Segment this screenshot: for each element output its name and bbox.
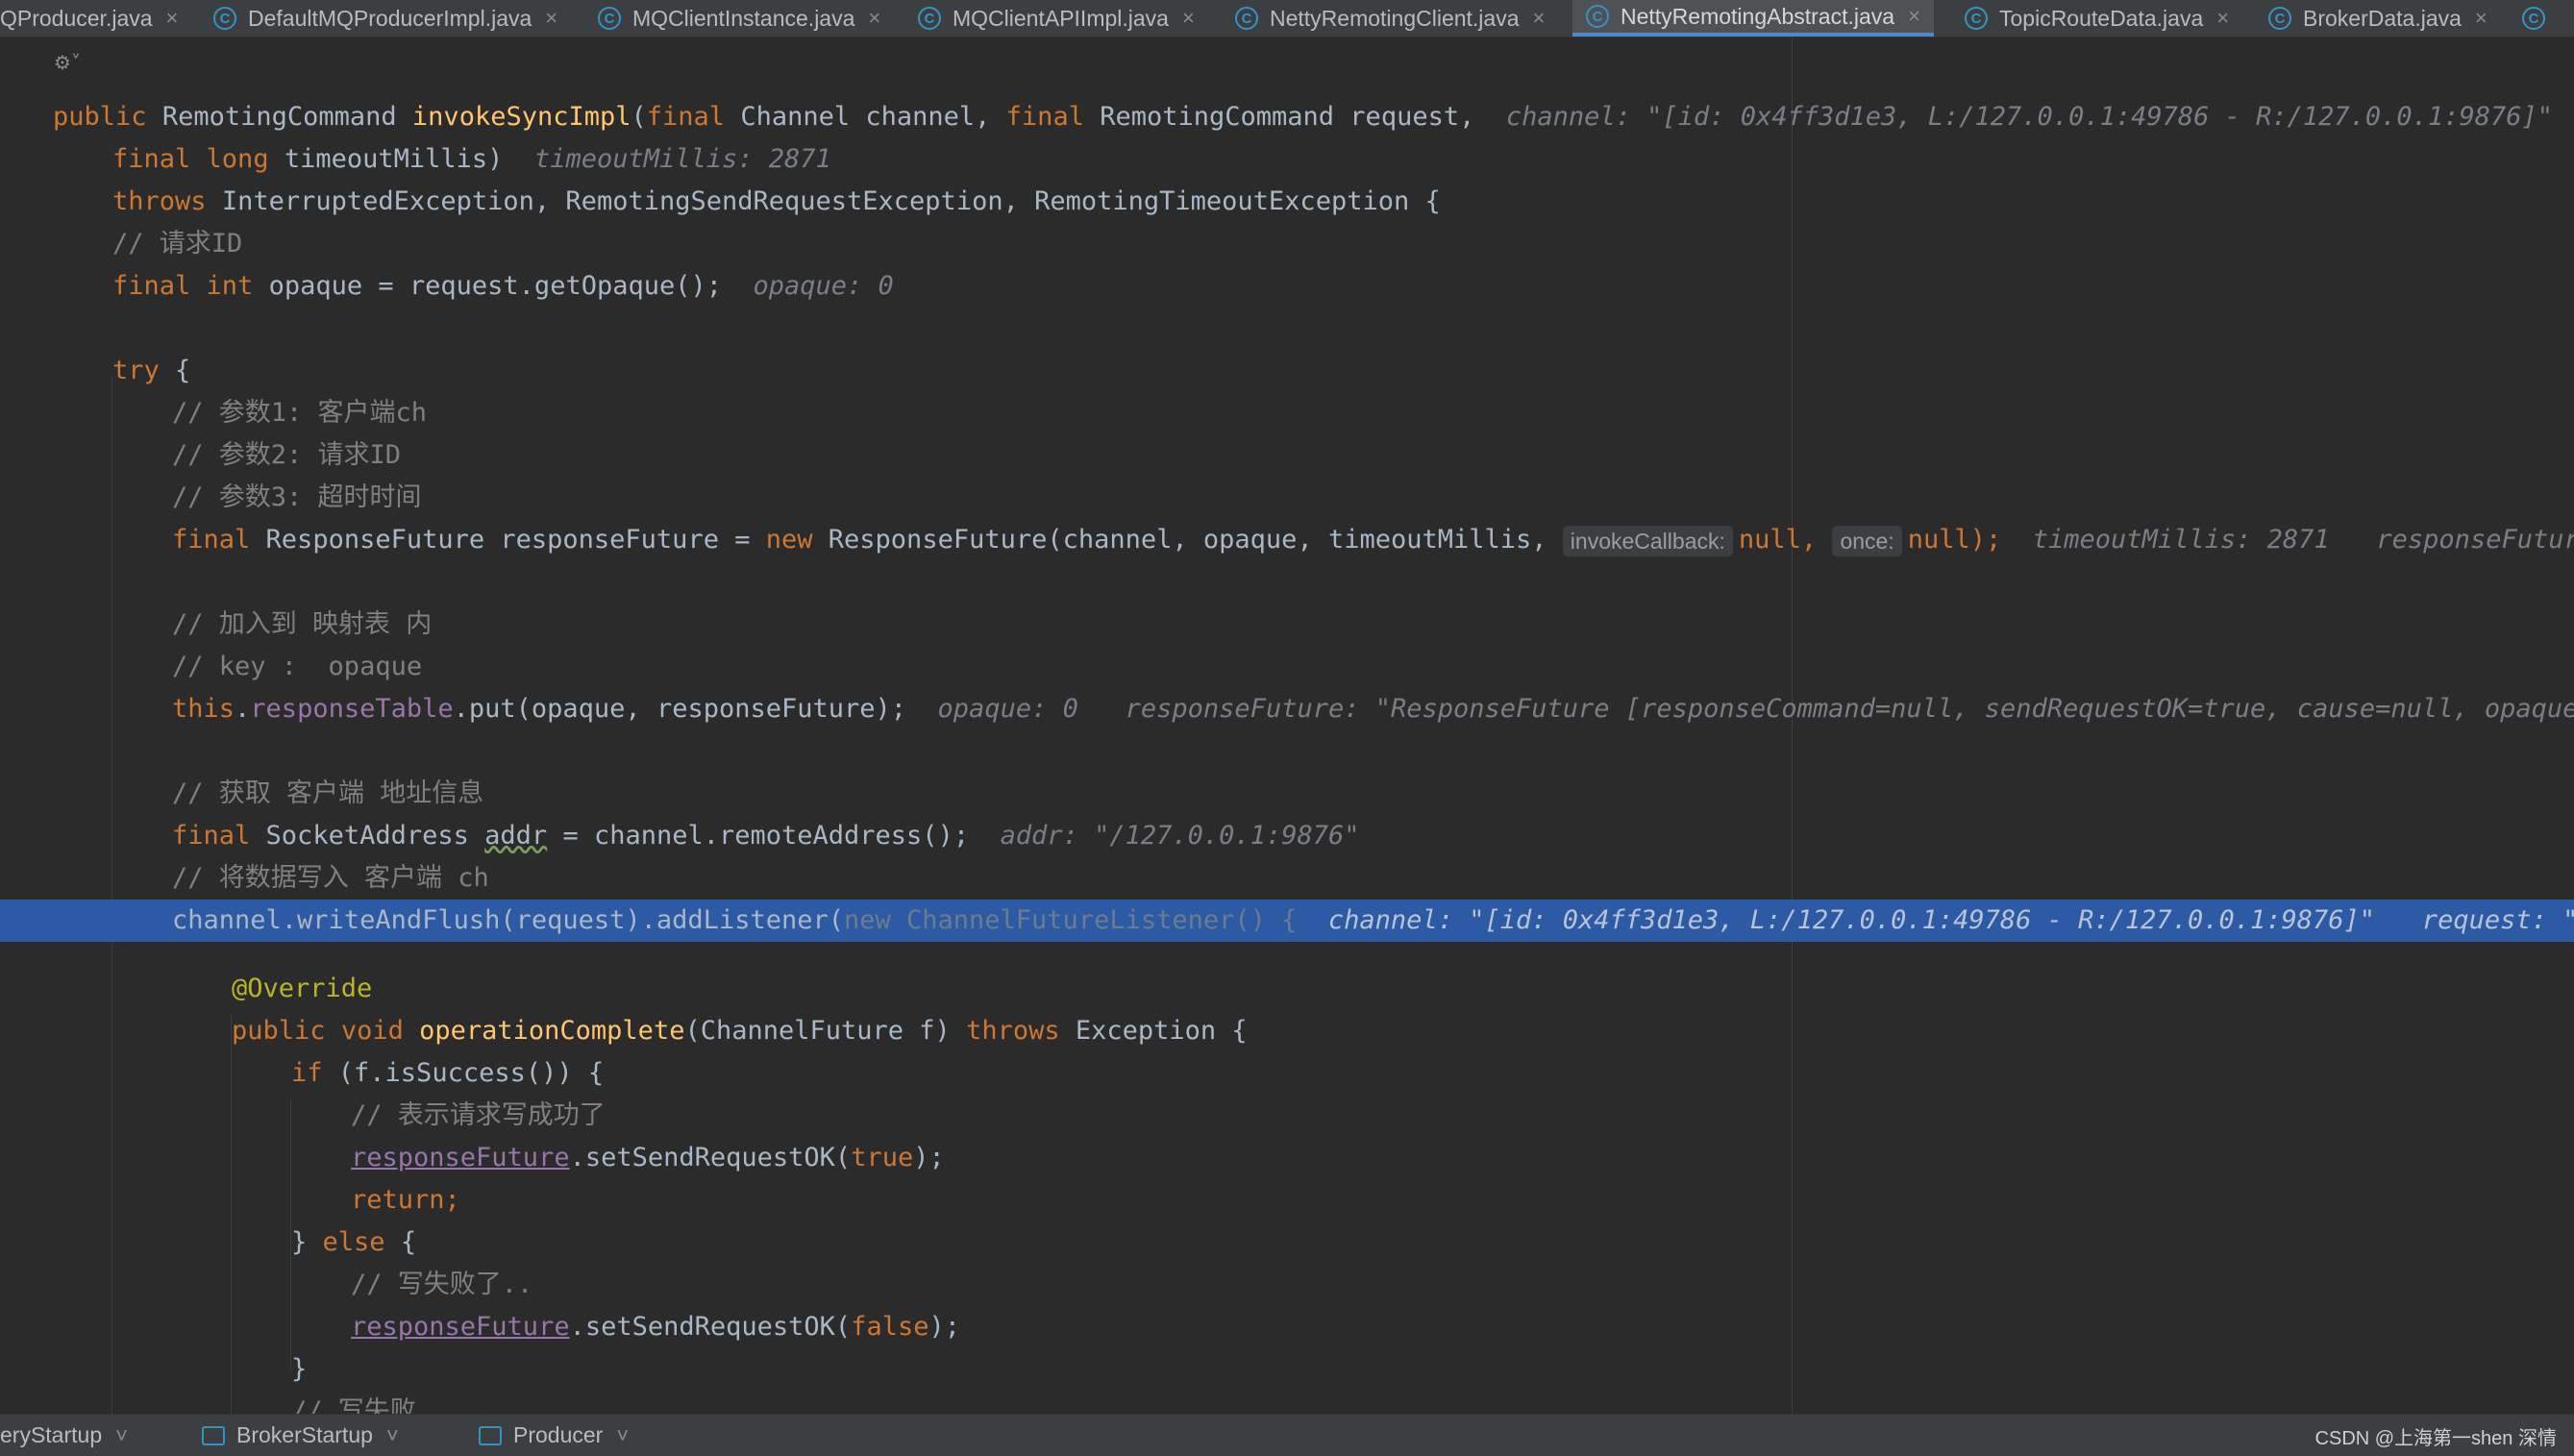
code-line: public RemotingCommand invokeSyncImpl(fi… — [53, 102, 2553, 132]
debug-hint: timeoutMillis: 2871 — [533, 144, 831, 174]
code-line: // 参数2: 请求ID — [172, 440, 402, 470]
tab-qproducer[interactable]: QProducer.java × — [0, 0, 178, 37]
class-icon: C — [1965, 7, 1988, 30]
tab-mqclientinstance[interactable]: C MQClientInstance.java × — [598, 0, 880, 37]
close-icon[interactable]: × — [545, 6, 557, 31]
code-line: // 将数据写入 客户端 ch — [172, 863, 489, 893]
code-line: final ResponseFuture responseFuture = ne… — [0, 519, 2574, 561]
code-line: throws InterruptedException, RemotingSen… — [112, 186, 1441, 216]
code-line: // 请求ID — [112, 229, 243, 259]
close-icon[interactable]: ˅ — [386, 1423, 399, 1448]
code-line: // 获取 客户端 地址信息 — [172, 778, 484, 808]
tab-label: TopicRouteData.java — [1999, 5, 2204, 31]
close-icon[interactable]: × — [1533, 6, 1546, 31]
debug-hint: addr: "/127.0.0.1:9876" — [1000, 821, 1360, 851]
code-line: // 写失败.. — [291, 1396, 448, 1414]
application-icon — [202, 1425, 225, 1445]
close-icon[interactable]: ˅ — [115, 1423, 128, 1448]
code-line: try { — [112, 356, 191, 385]
param-inlay-hint: invokeCallback: — [1562, 525, 1733, 556]
code-line: // 参数3: 超时时间 — [172, 482, 422, 512]
close-icon[interactable]: × — [1182, 6, 1195, 31]
tab-brokerdata[interactable]: C BrokerData.java × — [2268, 0, 2487, 37]
tab-label: DefaultMQProducerImpl.java — [248, 5, 532, 31]
code-line: final SocketAddress addr = channel.remot… — [172, 821, 1360, 851]
run-tab-brokerstartup[interactable]: BrokerStartup ˅ — [202, 1415, 399, 1456]
code-line: // key : opaque — [172, 652, 423, 681]
code-line: responseFuture.setSendRequestOK(false); — [351, 1312, 960, 1342]
class-icon: C — [2522, 7, 2545, 30]
run-tab-label: BrokerStartup — [236, 1422, 373, 1447]
code-line: } — [291, 1354, 308, 1384]
debug-hint: channel: "[id: 0x4ff3d1e3, L:/127.0.0.1:… — [1505, 102, 2553, 132]
class-icon: C — [1235, 7, 1258, 30]
class-icon: C — [918, 7, 941, 30]
close-icon[interactable]: × — [166, 6, 179, 31]
fold-toggle-icon[interactable]: ⚙˅ — [54, 51, 81, 74]
param-inlay-hint: once: — [1832, 525, 1902, 556]
tab-label: MQClientInstance.java — [632, 5, 855, 31]
code-line: responseFuture.setSendRequestOK(true); — [351, 1143, 945, 1172]
tab-overflow[interactable]: C — [2522, 0, 2557, 37]
code-line: // 参数1: 客户端ch — [172, 398, 428, 428]
class-icon: C — [598, 7, 621, 30]
code-line: // 表示请求写成功了 — [351, 1100, 606, 1130]
editor-tab-bar: QProducer.java × C DefaultMQProducerImpl… — [0, 0, 2574, 37]
code-line: } else { — [291, 1227, 417, 1257]
close-icon[interactable]: × — [2475, 6, 2487, 31]
code-line: final long timeoutMillis) timeoutMillis:… — [112, 144, 831, 174]
debug-hint: channel: "[id: 0x4ff3d1e3, L:/127.0.0.1:… — [1327, 905, 2376, 935]
code-line: @Override — [232, 974, 373, 1003]
debug-hint: responseFuture: "ResponseFuture [respons… — [1125, 694, 2574, 724]
code-line: // 写失败了.. — [351, 1270, 533, 1299]
current-execution-line: channel.writeAndFlush(request).addListen… — [0, 900, 2574, 942]
run-tab-erystartup[interactable]: eryStartup ˅ — [0, 1415, 128, 1456]
code-line: // 加入到 映射表 内 — [172, 609, 433, 639]
close-icon[interactable]: × — [1908, 4, 1920, 29]
run-tab-producer[interactable]: Producer ˅ — [479, 1415, 629, 1456]
run-tab-label: Producer — [513, 1422, 604, 1447]
watermark: CSDN @上海第一shen 深情 — [2314, 1428, 2557, 1449]
code-line: public void operationComplete(ChannelFut… — [232, 1016, 1248, 1046]
tab-mqclientapiimpl[interactable]: C MQClientAPIImpl.java × — [918, 0, 1195, 37]
tab-nettyremotingclient[interactable]: C NettyRemotingClient.java × — [1235, 0, 1545, 37]
debug-hint: opaque: 0 — [937, 694, 1078, 724]
class-icon: C — [213, 7, 236, 30]
code-line: final int opaque = request.getOpaque(); … — [112, 271, 894, 301]
code-editor[interactable]: ⚙˅ ⚙˅ public RemotingCommand invokeSyncI… — [0, 37, 2574, 1414]
close-icon[interactable]: ˅ — [616, 1423, 629, 1448]
tab-label: NettyRemotingClient.java — [1270, 5, 1520, 31]
close-icon[interactable]: × — [2216, 6, 2229, 31]
tab-label: QProducer.java — [0, 5, 153, 31]
debug-hint: timeoutMillis: 2871 — [2032, 525, 2330, 555]
class-icon: C — [1586, 5, 1609, 28]
debug-hint: opaque: 0 — [753, 271, 894, 301]
tab-label: BrokerData.java — [2303, 5, 2462, 31]
application-icon — [479, 1425, 502, 1445]
tab-topicroutedata[interactable]: C TopicRouteData.java × — [1965, 0, 2229, 37]
tab-nettyremotingabstract[interactable]: C NettyRemotingAbstract.java × — [1572, 0, 1934, 37]
class-icon: C — [2268, 7, 2291, 30]
close-icon[interactable]: × — [868, 6, 880, 31]
tab-label: MQClientAPIImpl.java — [953, 5, 1169, 31]
run-configuration-tabs: eryStartup ˅ BrokerStartup ˅ Producer ˅ — [0, 1414, 2574, 1456]
tab-defaultmqproducerimpl[interactable]: C DefaultMQProducerImpl.java × — [213, 0, 557, 37]
debug-hint: request: "Remot — [2421, 905, 2574, 935]
run-tab-label: eryStartup — [0, 1422, 103, 1447]
code-line: this.responseTable.put(opaque, responseF… — [0, 688, 2574, 730]
debug-hint: responseFuture: — [2376, 525, 2574, 555]
code-line: if (f.isSuccess()) { — [291, 1058, 605, 1088]
code-line: return; — [351, 1185, 460, 1215]
tab-label: NettyRemotingAbstract.java — [1621, 3, 1895, 29]
